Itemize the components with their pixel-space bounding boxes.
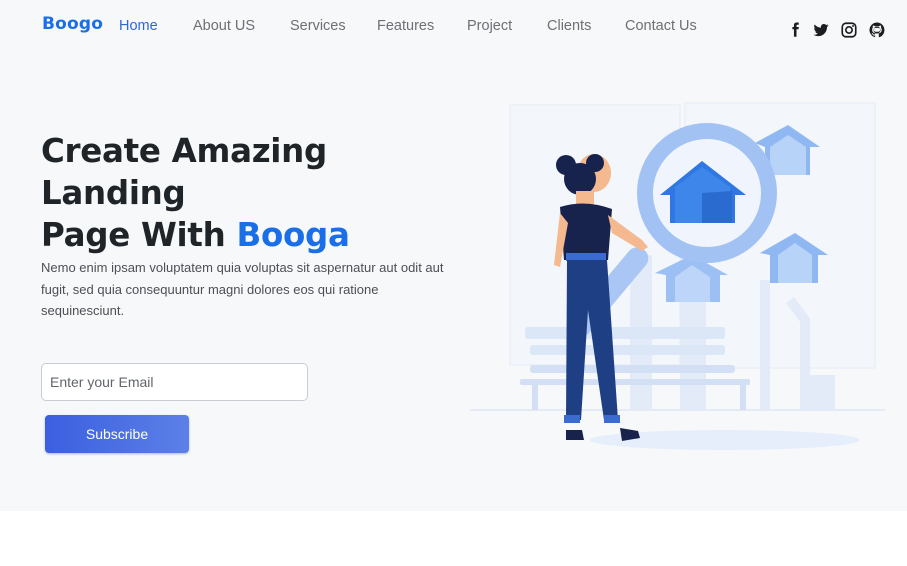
- subscribe-button[interactable]: Subscribe: [45, 415, 189, 453]
- headline-line-1: Create Amazing Landing: [41, 132, 327, 212]
- nav-item-project[interactable]: Project: [467, 18, 512, 34]
- github-icon[interactable]: [868, 21, 886, 39]
- nav-item-home[interactable]: Home: [119, 18, 158, 34]
- hero-description: Nemo enim ipsam voluptatem quia voluptas…: [41, 260, 444, 318]
- navbar: Boogo Home About US Services Features Pr…: [0, 0, 907, 56]
- woman-magnifier-houses-illustration: [470, 102, 885, 450]
- hero-illustration: [470, 95, 885, 455]
- hero-headline: Create Amazing Landing Page With Booga: [41, 130, 471, 256]
- email-input[interactable]: [41, 363, 308, 401]
- twitter-icon[interactable]: [812, 21, 830, 39]
- headline-line-2-prefix: Page With: [41, 216, 237, 254]
- headline-accent: Booga: [236, 216, 350, 254]
- nav-item-clients[interactable]: Clients: [547, 18, 591, 34]
- nav-item-features[interactable]: Features: [377, 18, 434, 34]
- instagram-icon[interactable]: [840, 21, 858, 39]
- nav-item-services[interactable]: Services: [290, 18, 346, 34]
- nav-item-contact-us[interactable]: Contact Us: [625, 18, 697, 34]
- logo[interactable]: Boogo: [42, 14, 103, 34]
- facebook-icon[interactable]: [786, 21, 804, 39]
- nav-item-about-us[interactable]: About US: [193, 18, 255, 34]
